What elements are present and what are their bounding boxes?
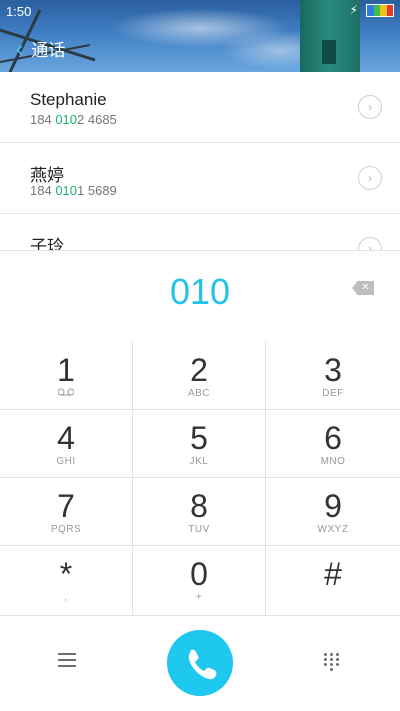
back-label: 通话 <box>31 41 66 60</box>
call-button[interactable] <box>167 630 233 696</box>
list-item[interactable]: Stephanie 184 0102 4685 › <box>0 72 400 143</box>
match-highlight: 010 <box>55 112 78 127</box>
chevron-left-icon: ‹ <box>16 35 24 61</box>
contact-number: 184 0101 5689 <box>30 183 117 198</box>
key-5[interactable]: 5 JKL <box>133 410 266 478</box>
key-3[interactable]: 3 DEF <box>266 342 400 410</box>
key-1[interactable]: 1 <box>0 342 133 410</box>
list-item[interactable]: 子玲 › <box>0 214 400 250</box>
battery-icon <box>366 3 394 17</box>
status-time: 1:50 <box>6 4 32 19</box>
key-6[interactable]: 6 MNO <box>266 410 400 478</box>
key-0[interactable]: 0 + <box>133 546 266 616</box>
menu-icon[interactable] <box>58 653 76 667</box>
contact-number: 184 0102 4685 <box>30 112 117 127</box>
key-9[interactable]: 9 WXYZ <box>266 478 400 546</box>
dial-keypad: 1 2 ABC 3 DEF 4 GHI 5 JKL 6 MNO 7 PQRS 8… <box>0 342 400 616</box>
status-icons: ⚡ <box>350 3 394 17</box>
phone-icon <box>188 649 217 680</box>
contact-detail-button[interactable]: › <box>358 95 382 119</box>
match-highlight: 010 <box>55 183 78 198</box>
matched-contacts-list: Stephanie 184 0102 4685 › 燕婷 184 0101 56… <box>0 72 400 250</box>
list-item[interactable]: 燕婷 184 0101 5689 › <box>0 143 400 214</box>
key-4[interactable]: 4 GHI <box>0 410 133 478</box>
key-hash[interactable]: # <box>266 546 400 616</box>
charging-icon: ⚡ <box>349 3 358 17</box>
contact-name: 子玲 <box>30 237 64 250</box>
dialed-number: 010 <box>169 271 231 312</box>
key-8[interactable]: 8 TUV <box>133 478 266 546</box>
dialpad-grid-icon[interactable] <box>324 653 342 673</box>
dial-display: 010 ✕ <box>0 250 400 344</box>
key-7[interactable]: 7 PQRS <box>0 478 133 546</box>
bottom-bar <box>0 616 400 711</box>
header: 1:50 ⚡ ‹ 通话 <box>0 0 400 72</box>
key-star[interactable]: * , <box>0 546 133 616</box>
key-2[interactable]: 2 ABC <box>133 342 266 410</box>
contact-name: Stephanie <box>30 90 107 109</box>
voicemail-icon <box>0 388 132 399</box>
contact-detail-button[interactable]: › <box>358 237 382 250</box>
contact-detail-button[interactable]: › <box>358 166 382 190</box>
back-button[interactable]: ‹ 通话 <box>16 36 65 61</box>
